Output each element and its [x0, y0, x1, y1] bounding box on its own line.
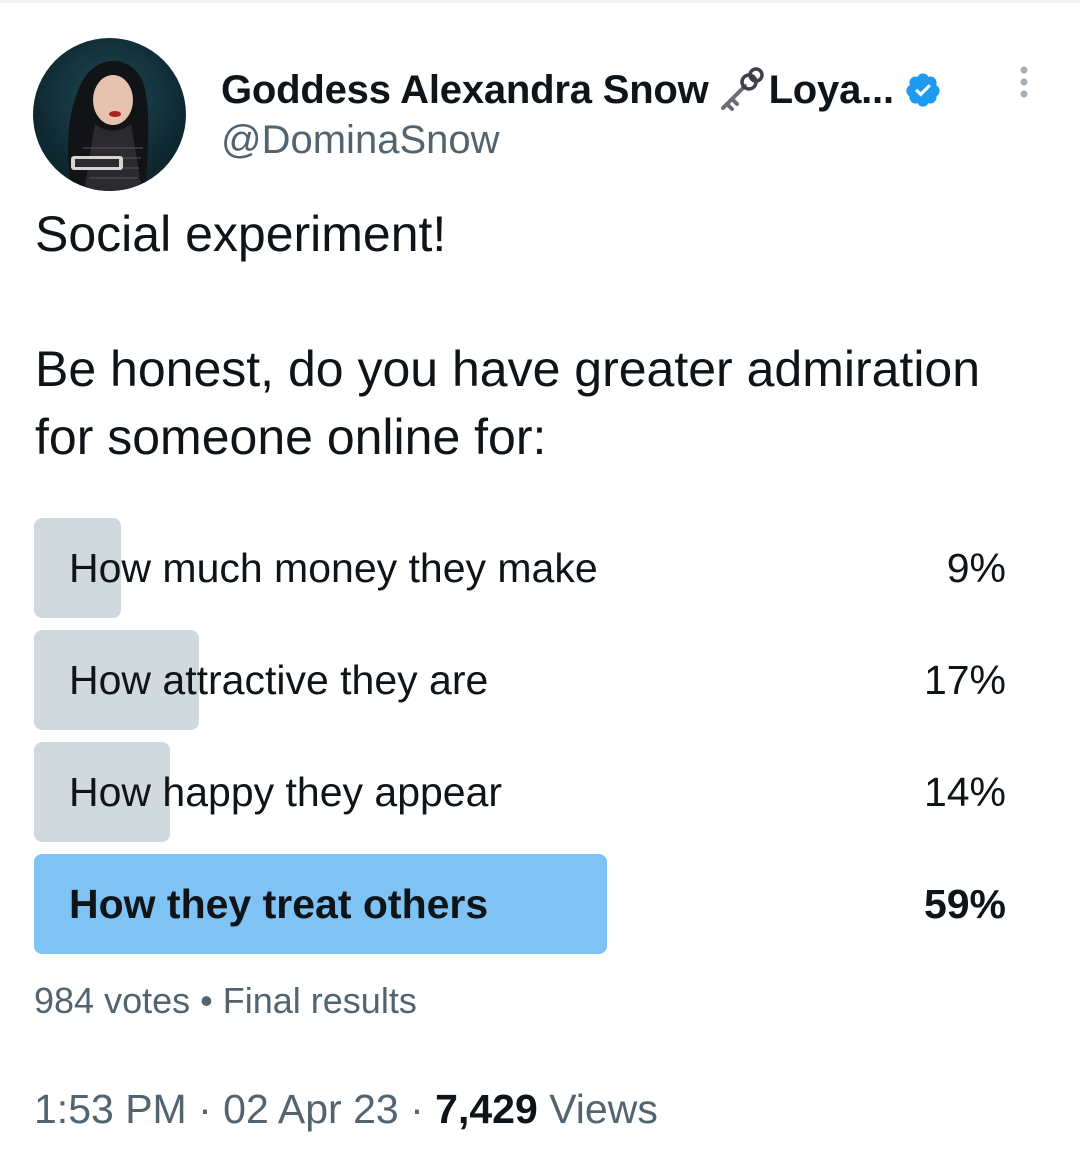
poll-option-label: How much money they make	[69, 545, 598, 591]
more-options-icon[interactable]	[1014, 64, 1034, 104]
poll-option: How happy they appear 14%	[34, 742, 1006, 842]
poll-option: How attractive they are 17%	[34, 630, 1006, 730]
tweet-paragraph: Be honest, do you have greater admiratio…	[35, 341, 981, 465]
poll-option-percent: 9%	[946, 545, 1006, 591]
timestamp-row: 1:53 PM · 02 Apr 23 · 7,429 Views	[34, 1086, 658, 1133]
meta-separator: ·	[198, 1086, 212, 1132]
poll-option: How much money they make 9%	[34, 518, 1006, 618]
author-header: Goddess Alexandra Snow Loya... @DominaSn…	[221, 64, 1001, 163]
poll: How much money they make 9% How attracti…	[34, 518, 1006, 966]
tweet-text: Social experiment! Be honest, do you hav…	[35, 200, 1045, 471]
name-row: Goddess Alexandra Snow Loya...	[221, 64, 1001, 116]
poll-option-percent: 59%	[923, 881, 1006, 927]
poll-option-label: How they treat others	[69, 881, 489, 927]
avatar[interactable]	[33, 38, 186, 191]
meta-separator: ·	[410, 1086, 424, 1132]
poll-meta: 984 votes • Final results	[34, 980, 417, 1022]
divider	[0, 0, 1080, 3]
poll-option-percent: 17%	[923, 657, 1006, 703]
avatar-image	[68, 60, 149, 191]
poll-option: How they treat others 59%	[34, 854, 1006, 954]
poll-vote-count: 984 votes	[34, 980, 191, 1021]
display-name[interactable]: Goddess Alexandra Snow	[221, 68, 709, 113]
poll-option-label: How happy they appear	[69, 769, 503, 815]
author-handle[interactable]: @DominaSnow	[221, 118, 1001, 163]
verified-badge-icon	[906, 73, 940, 107]
poll-option-percent: 14%	[923, 769, 1006, 815]
tweet-paragraph: Social experiment!	[35, 206, 447, 262]
poll-option-label: How attractive they are	[69, 657, 489, 703]
poll-meta-separator: •	[200, 980, 213, 1021]
tweet-date[interactable]: 02 Apr 23	[223, 1086, 399, 1132]
tweet-time[interactable]: 1:53 PM	[34, 1086, 187, 1132]
poll-status: Final results	[222, 980, 417, 1021]
tweet: Goddess Alexandra Snow Loya... @DominaSn…	[0, 0, 1080, 1160]
key-icon	[717, 66, 765, 114]
views-label: Views	[549, 1086, 658, 1132]
display-name-suffix[interactable]: Loya...	[769, 68, 895, 113]
views-count[interactable]: 7,429	[435, 1086, 538, 1132]
